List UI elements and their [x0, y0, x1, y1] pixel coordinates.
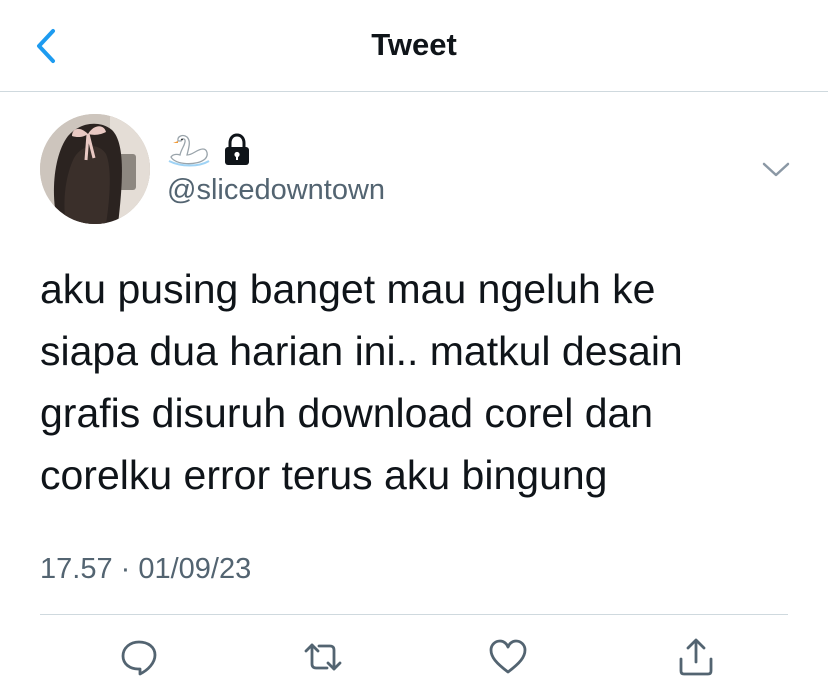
tweet-timestamp[interactable]: 17.57 · 01/09/23 — [40, 553, 251, 586]
author-display-name[interactable] — [167, 133, 253, 167]
more-options-button[interactable] — [760, 156, 792, 182]
reply-icon — [121, 640, 157, 676]
tweet-text-line: corelku error terus aku bingung — [40, 452, 608, 498]
tweet-text-line: aku pusing banget mau ngeluh ke — [40, 266, 656, 312]
top-nav-bar: Tweet — [0, 0, 828, 92]
like-icon — [489, 639, 527, 674]
author-handle[interactable]: @slicedowntown — [167, 174, 385, 207]
lock-icon — [225, 133, 249, 165]
chevron-down-icon — [762, 162, 790, 177]
reply-button[interactable] — [119, 637, 159, 677]
tweet-text-line: grafis disuruh download corel dan — [40, 390, 654, 436]
share-button[interactable] — [676, 637, 716, 677]
swan-emoji-icon — [168, 134, 210, 167]
retweet-icon — [304, 643, 342, 671]
divider — [40, 614, 788, 615]
share-icon — [679, 638, 713, 676]
tweet-text-line: siapa dua harian ini.. matkul desain — [40, 328, 683, 374]
like-button[interactable] — [488, 637, 528, 677]
retweet-button[interactable] — [303, 637, 343, 677]
avatar-image — [40, 114, 150, 224]
tweet-text: aku pusing banget mau ngeluh ke siapa du… — [40, 258, 800, 506]
page-title: Tweet — [371, 27, 457, 62]
avatar[interactable] — [40, 114, 150, 224]
